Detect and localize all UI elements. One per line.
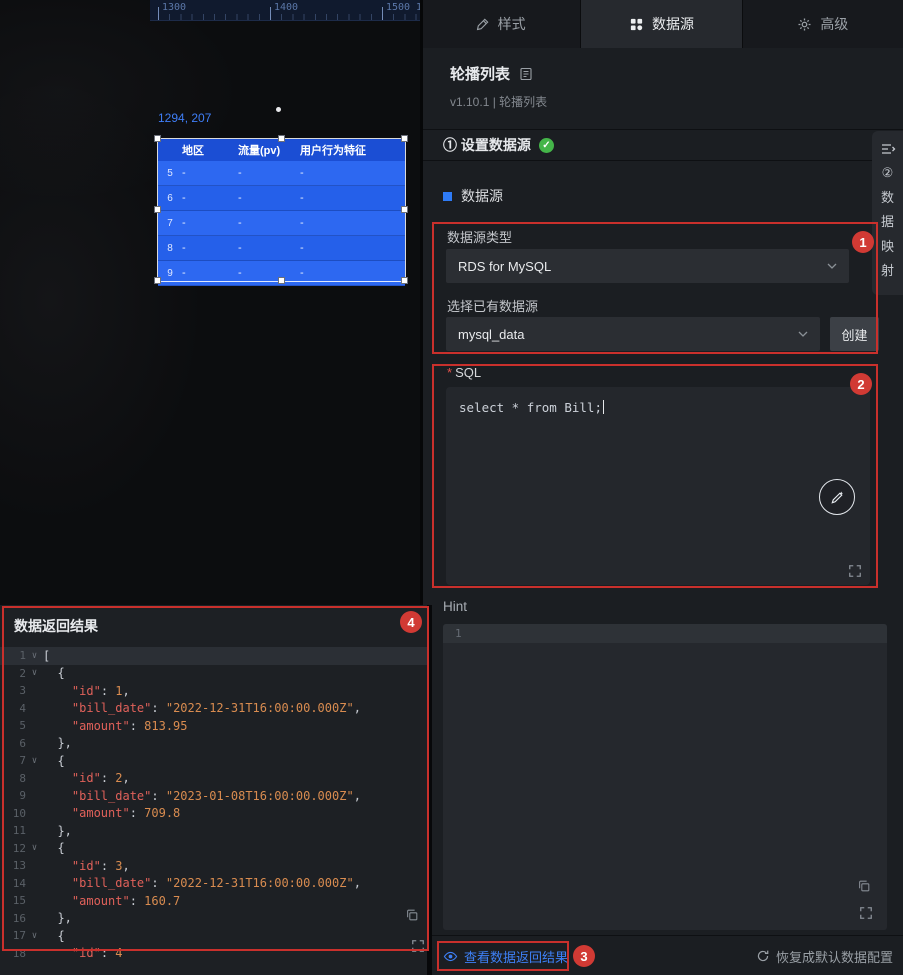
- table-cell: -: [182, 217, 186, 229]
- table-row: 7---: [158, 211, 405, 236]
- table-cell: -: [300, 242, 304, 254]
- data-mapping-icon: [880, 141, 896, 157]
- datav-editor: 1300 1400 1500 1 1294, 207 地区 流量(pv) 用户行为特征 5…: [0, 0, 903, 975]
- tab-style[interactable]: 样式: [420, 0, 581, 48]
- table-row-index: 9: [167, 267, 173, 279]
- mapping-tab-char: ②: [881, 165, 894, 180]
- hint-active-line: [443, 624, 887, 643]
- restore-default-label: 恢复成默认数据配置: [775, 949, 893, 965]
- tab-datasource[interactable]: 数据源: [580, 0, 742, 48]
- table-cell: -: [238, 192, 242, 204]
- table-row: 6---: [158, 186, 405, 211]
- table-cell: -: [300, 267, 304, 279]
- step1-label: ① 设置数据源: [443, 137, 531, 153]
- table-row: 5---: [158, 161, 405, 186]
- table-cell: -: [300, 167, 304, 179]
- selection-handle[interactable]: [277, 135, 285, 142]
- refresh-icon: [756, 949, 770, 963]
- table-cell: -: [238, 167, 242, 179]
- selection-handle[interactable]: [401, 277, 408, 284]
- table-cell: -: [300, 217, 304, 229]
- datasource-icon: [629, 17, 644, 32]
- table-cell: -: [300, 192, 304, 204]
- tab-advanced[interactable]: 高级: [741, 0, 903, 48]
- widget-title: 轮播列表: [450, 66, 511, 83]
- mapping-tab-char: 数: [880, 189, 894, 205]
- selection-handle[interactable]: [277, 277, 285, 284]
- tab-advanced-label: 高级: [820, 16, 849, 32]
- step1-header: ① 设置数据源 ✓: [420, 129, 903, 161]
- table-cell: -: [182, 167, 186, 179]
- table-row: 8---: [158, 236, 405, 261]
- table-cell: -: [238, 242, 242, 254]
- copy-icon[interactable]: [857, 879, 871, 893]
- table-row-index: 8: [167, 242, 173, 254]
- table-header-cell: 流量(pv): [238, 145, 281, 157]
- annotation-box-4: [2, 606, 429, 951]
- hint-line-number: 1: [455, 627, 462, 640]
- table-header-row: 地区 流量(pv) 用户行为特征: [158, 139, 405, 161]
- design-canvas[interactable]: 1300140015001 1294, 207 地区流量(pv)用户行为特征 5…: [0, 0, 420, 605]
- expand-icon[interactable]: [859, 906, 873, 920]
- table-row-index: 6: [167, 192, 173, 204]
- tab-datasource-label: 数据源: [651, 16, 694, 32]
- table-header-cell: 用户行为特征: [300, 145, 366, 157]
- ruler: 1300140015001: [150, 0, 420, 21]
- hint-code-block[interactable]: 1: [443, 624, 887, 930]
- annotation-badge-1: 1: [852, 231, 874, 253]
- annotation-box-3: [437, 941, 569, 971]
- table-row-index: 5: [167, 167, 173, 179]
- style-icon: [475, 17, 490, 32]
- table-cell: -: [182, 242, 186, 254]
- panel-tabbar: 样式 数据源 高级: [420, 0, 903, 48]
- mapping-tab-char: 映: [880, 238, 894, 254]
- widget-version: v1.10.1 | 轮播列表: [450, 95, 548, 109]
- section-bullet: [443, 191, 452, 201]
- ruler-label: 1400: [274, 2, 299, 13]
- restore-default-button[interactable]: 恢复成默认数据配置: [756, 936, 893, 975]
- mapping-tab-char: 射: [880, 263, 894, 279]
- tab-style-label: 样式: [497, 16, 526, 32]
- table-body: 5---6---7---8---9---: [158, 161, 405, 286]
- selection-coordinates: 1294, 207: [158, 111, 212, 125]
- selection-handle[interactable]: [401, 135, 408, 142]
- table-cell: -: [182, 267, 186, 279]
- selection-handle[interactable]: [154, 135, 161, 142]
- annotation-box-2: [432, 364, 878, 588]
- widget-doc-icon[interactable]: [519, 67, 533, 81]
- datasource-section-header: 数据源: [443, 186, 503, 206]
- mapping-tab-char: 据: [880, 214, 894, 230]
- annotation-badge-3: 3: [573, 945, 595, 967]
- ruler-label: 1500: [386, 2, 411, 13]
- selection-handle[interactable]: [154, 277, 161, 284]
- table-header-cell: 地区: [182, 145, 204, 157]
- table-cell: -: [238, 267, 242, 279]
- table-row-index: 7: [167, 217, 173, 229]
- table-cell: -: [182, 192, 186, 204]
- selection-handle[interactable]: [401, 206, 408, 213]
- check-icon: ✓: [538, 137, 554, 153]
- selected-widget[interactable]: 地区 流量(pv) 用户行为特征 5---6---7---8---9---: [154, 135, 408, 286]
- table-cell: -: [238, 217, 242, 229]
- canvas-panel-divider: [420, 0, 423, 605]
- datasource-section-label: 数据源: [461, 188, 503, 204]
- ruler-label: 1300: [162, 2, 187, 13]
- annotation-badge-4: 4: [400, 611, 422, 633]
- guide-dot: [276, 107, 281, 112]
- annotation-box-1: [432, 222, 878, 354]
- hint-title: Hint: [443, 599, 468, 614]
- selection-handle[interactable]: [154, 206, 161, 213]
- gear-icon: [797, 17, 812, 32]
- annotation-badge-2: 2: [850, 373, 872, 395]
